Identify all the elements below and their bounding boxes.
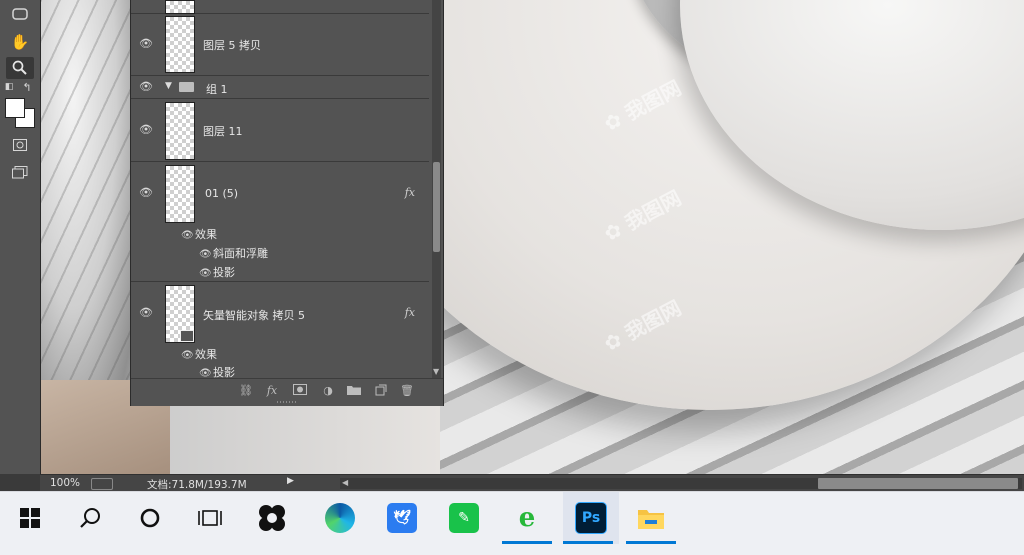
- effects-label: 效果: [195, 348, 217, 361]
- swap-colors-icon[interactable]: ↰: [20, 80, 34, 94]
- default-colors-icon[interactable]: ◧: [2, 80, 16, 94]
- layer-effects-fx-icon[interactable]: fx: [405, 306, 415, 319]
- layer-name: 图层 5 拷贝: [203, 39, 261, 52]
- layer-row[interactable]: 👁 图层 11: [131, 99, 429, 162]
- layer-effects-fx-icon[interactable]: fx: [405, 186, 415, 199]
- proof-setup-icon[interactable]: [91, 478, 113, 490]
- group-name: 组 1: [206, 83, 228, 96]
- effects-row[interactable]: 👁效果: [181, 346, 217, 362]
- delete-layer-trash-icon[interactable]: 🗑: [399, 384, 415, 398]
- app-icon[interactable]: [247, 492, 297, 544]
- windows-start-icon[interactable]: [5, 492, 55, 544]
- visibility-eye-icon[interactable]: 👁: [138, 81, 154, 93]
- add-layer-style-icon[interactable]: fx: [264, 384, 280, 398]
- link-layers-icon[interactable]: ⛓: [238, 384, 254, 398]
- layer-name: 矢量智能对象 拷贝 5: [203, 309, 305, 322]
- add-mask-icon[interactable]: [292, 384, 308, 398]
- panel-resize-grip[interactable]: [277, 401, 297, 403]
- cortana-icon[interactable]: [125, 492, 175, 544]
- layer-name: 图层 11: [203, 125, 243, 138]
- foreground-color-swatch[interactable]: [5, 98, 25, 118]
- layers-scrollbar[interactable]: ▼: [432, 0, 441, 378]
- ie-browser-icon[interactable]: e: [502, 492, 552, 544]
- photoshop-icon[interactable]: Ps: [563, 492, 619, 544]
- visibility-eye-icon[interactable]: 👁: [138, 307, 154, 319]
- new-layer-icon[interactable]: [373, 384, 389, 398]
- windows-taskbar: 🕊 ✎ e Ps: [0, 491, 1024, 555]
- horizontal-scrollbar[interactable]: ◀: [340, 478, 1022, 489]
- visibility-eye-icon[interactable]: 👁: [199, 268, 213, 279]
- visibility-eye-icon[interactable]: 👁: [138, 124, 154, 136]
- visibility-eye-icon[interactable]: 👁: [138, 38, 154, 50]
- group-expand-chevron-icon[interactable]: ▼: [165, 81, 172, 91]
- green-app-icon[interactable]: ✎: [439, 492, 489, 544]
- hand-tool-icon[interactable]: ✋: [6, 31, 34, 53]
- search-icon[interactable]: [65, 492, 115, 544]
- adjustment-layer-icon[interactable]: ◑: [320, 384, 336, 398]
- zoom-level[interactable]: 100%: [50, 477, 80, 489]
- file-explorer-icon[interactable]: [626, 492, 676, 544]
- zoom-tool-icon[interactable]: [6, 57, 34, 79]
- edge-icon[interactable]: [315, 492, 365, 544]
- layers-panel-footer: ⛓ fx ◑ 🗑: [131, 378, 443, 406]
- group-row[interactable]: 👁 ▼ 组 1: [131, 76, 429, 99]
- effects-row[interactable]: 👁效果: [181, 226, 217, 242]
- effect-row[interactable]: 👁斜面和浮雕: [199, 245, 268, 261]
- photoshop-label: Ps: [575, 502, 607, 534]
- layer-row[interactable]: [131, 0, 429, 14]
- smart-object-badge-icon: [180, 330, 194, 342]
- layer-row[interactable]: 👁 01 (5) fx 👁效果 👁斜面和浮雕 👁投影: [131, 162, 429, 282]
- document-status-bar: 100% 文档:71.8M/193.7M ▶ ◀: [40, 474, 1024, 492]
- layer-thumbnail: [165, 285, 195, 343]
- visibility-eye-icon[interactable]: 👁: [199, 249, 213, 260]
- effects-label: 效果: [195, 228, 217, 241]
- visibility-eye-icon[interactable]: 👁: [181, 230, 195, 241]
- folder-icon: [179, 82, 194, 92]
- layers-panel: 👁 图层 5 拷贝 👁 ▼ 组 1 👁 图层 11 👁 01 (5) fx 👁效…: [130, 0, 444, 406]
- layer-thumbnail: [165, 0, 195, 14]
- rounded-rect-tool-icon[interactable]: [6, 3, 34, 25]
- toolbar-footer: [0, 474, 40, 491]
- tools-panel: ✋ ◧ ↰: [0, 0, 41, 474]
- layer-name: 01 (5): [205, 187, 239, 200]
- visibility-eye-icon[interactable]: 👁: [138, 187, 154, 199]
- scrollbar-thumb[interactable]: [818, 478, 1018, 489]
- scroll-down-arrow-icon[interactable]: ▼: [433, 367, 439, 376]
- scrollbar-thumb[interactable]: [433, 162, 440, 252]
- layer-thumbnail: [165, 165, 195, 223]
- layer-thumbnail: [165, 16, 195, 73]
- new-group-folder-icon[interactable]: [346, 384, 362, 398]
- document-size-info: 文档:71.8M/193.7M: [147, 479, 247, 491]
- layer-row[interactable]: 👁 矢量智能对象 拷贝 5 fx 👁效果 👁投影: [131, 282, 429, 379]
- status-menu-arrow-icon[interactable]: ▶: [287, 476, 294, 486]
- screen-mode-icon[interactable]: [6, 161, 34, 183]
- layer-row[interactable]: 👁 图层 5 拷贝: [131, 14, 429, 76]
- task-view-icon[interactable]: [185, 492, 235, 544]
- quick-mask-icon[interactable]: [6, 134, 34, 156]
- feishu-icon[interactable]: 🕊: [377, 492, 427, 544]
- effect-row[interactable]: 👁投影: [199, 264, 235, 280]
- visibility-eye-icon[interactable]: 👁: [181, 350, 195, 361]
- effect-name: 投影: [213, 266, 235, 279]
- layer-thumbnail: [165, 102, 195, 160]
- scroll-left-arrow-icon[interactable]: ◀: [342, 478, 348, 487]
- effect-name: 斜面和浮雕: [213, 247, 268, 260]
- color-swatches[interactable]: [5, 98, 35, 128]
